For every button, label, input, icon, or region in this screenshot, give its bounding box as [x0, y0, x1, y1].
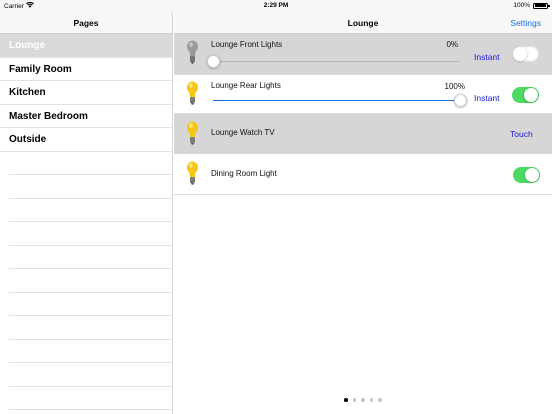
sidebar-item-family-room[interactable]: Family Room — [0, 58, 172, 81]
settings-button[interactable]: Settings — [510, 12, 541, 34]
device-name: Lounge Front Lights — [211, 40, 283, 49]
sidebar-item-kitchen[interactable]: Kitchen — [0, 81, 172, 105]
empty-row — [9, 387, 172, 410]
page-title: Lounge — [347, 18, 379, 28]
power-toggle[interactable] — [513, 167, 540, 183]
device-row-dining-room-light: Dining Room Light — [174, 154, 552, 195]
page-dot[interactable] — [361, 398, 365, 402]
page-indicator[interactable] — [174, 398, 552, 402]
instant-button[interactable]: Instant — [474, 52, 500, 62]
empty-row — [9, 316, 172, 340]
pages-sidebar: Pages Lounge Family Room Kitchen Master … — [0, 12, 173, 414]
dimmer-slider[interactable] — [213, 94, 467, 107]
dimmer-slider[interactable] — [206, 55, 460, 68]
empty-row — [9, 293, 172, 316]
power-toggle[interactable] — [512, 87, 539, 103]
main-header: Lounge Settings — [174, 12, 552, 34]
device-level-label: 0% — [446, 40, 458, 49]
slider-thumb[interactable] — [206, 55, 220, 68]
status-time: 2:29 PM — [263, 2, 289, 9]
slider-thumb[interactable] — [453, 94, 467, 107]
battery-percent: 100% — [513, 2, 530, 9]
empty-row — [9, 152, 172, 175]
device-name: Dining Room Light — [211, 169, 277, 178]
slider-track — [213, 61, 460, 63]
toggle-knob — [525, 168, 539, 182]
toggle-knob — [513, 47, 527, 61]
device-level-label: 100% — [444, 82, 465, 91]
empty-row — [9, 222, 172, 246]
pages-list: Lounge Family Room Kitchen Master Bedroo… — [0, 34, 172, 410]
page-dot[interactable] — [352, 398, 357, 402]
page-dot[interactable] — [378, 398, 382, 402]
sidebar-item-master-bedroom[interactable]: Master Bedroom — [0, 105, 172, 128]
device-row-lounge-rear-lights: Lounge Rear Lights 100% Instant — [174, 75, 552, 114]
empty-row — [9, 269, 172, 293]
device-row-lounge-front-lights: Lounge Front Lights 0% Instant — [174, 34, 552, 75]
device-name: Lounge Rear Lights — [211, 81, 281, 90]
scene-row-lounge-watch-tv[interactable]: Lounge Watch TV Touch — [174, 114, 552, 154]
empty-row — [9, 246, 172, 269]
page-dot[interactable] — [344, 398, 348, 402]
scene-name: Lounge Watch TV — [211, 128, 275, 137]
sidebar-item-outside[interactable]: Outside — [0, 128, 172, 152]
empty-row — [9, 340, 172, 363]
battery-icon — [533, 2, 550, 9]
bulb-off-icon — [186, 40, 199, 65]
slider-fill — [213, 100, 460, 102]
toggle-knob — [524, 88, 538, 102]
empty-row — [9, 363, 172, 387]
main-panel: Lounge Settings Lounge Front Lights 0% I… — [174, 12, 552, 414]
status-bar: Carrier 2:29 PM 100% — [0, 0, 552, 12]
power-toggle[interactable] — [512, 46, 539, 62]
instant-button[interactable]: Instant — [474, 93, 500, 103]
status-right: 100% — [513, 2, 550, 9]
app-screen: Carrier 2:29 PM 100% Pages Lounge Family… — [0, 0, 552, 414]
bulb-on-icon — [186, 81, 199, 106]
sidebar-item-lounge[interactable]: Lounge — [0, 34, 172, 58]
bulb-on-icon — [186, 161, 199, 186]
empty-row — [9, 199, 172, 222]
empty-row — [9, 175, 172, 199]
page-dot[interactable] — [369, 398, 374, 402]
touch-button[interactable]: Touch — [510, 129, 533, 139]
bulb-on-icon — [186, 121, 199, 146]
sidebar-title: Pages — [0, 12, 172, 34]
